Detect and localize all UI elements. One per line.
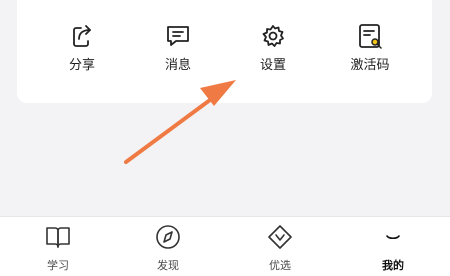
tab-featured-label: 优选	[269, 259, 291, 272]
share-label: 分享	[68, 58, 95, 73]
tab-discover[interactable]: 发现	[133, 223, 203, 276]
settings-button[interactable]: 设置	[233, 22, 313, 80]
profile-icon	[386, 235, 400, 240]
settings-label: 设置	[259, 58, 286, 73]
gear-icon	[262, 25, 284, 47]
activation-code-icon	[359, 24, 382, 49]
bottom-tab-bar: 学习 发现 优选 我的	[0, 216, 450, 276]
tab-featured[interactable]: 优选	[245, 223, 315, 276]
activation-code-button[interactable]: 激活码	[330, 22, 410, 80]
share-icon	[73, 25, 91, 47]
messages-label: 消息	[164, 58, 191, 73]
book-icon	[46, 227, 70, 248]
tab-study-label: 学习	[47, 259, 69, 272]
message-icon	[167, 26, 189, 46]
compass-icon	[156, 225, 180, 249]
messages-button[interactable]: 消息	[138, 22, 218, 80]
activation-code-label: 激活码	[350, 58, 390, 73]
tab-discover-label: 发现	[157, 259, 179, 272]
tab-mine-label: 我的	[382, 259, 404, 272]
quick-actions-card: 分享 消息 设置 激活码	[17, 0, 432, 103]
diamond-icon	[268, 225, 292, 249]
tab-study[interactable]: 学习	[23, 223, 93, 276]
share-button[interactable]: 分享	[42, 22, 122, 80]
tab-mine[interactable]: 我的	[358, 223, 428, 276]
